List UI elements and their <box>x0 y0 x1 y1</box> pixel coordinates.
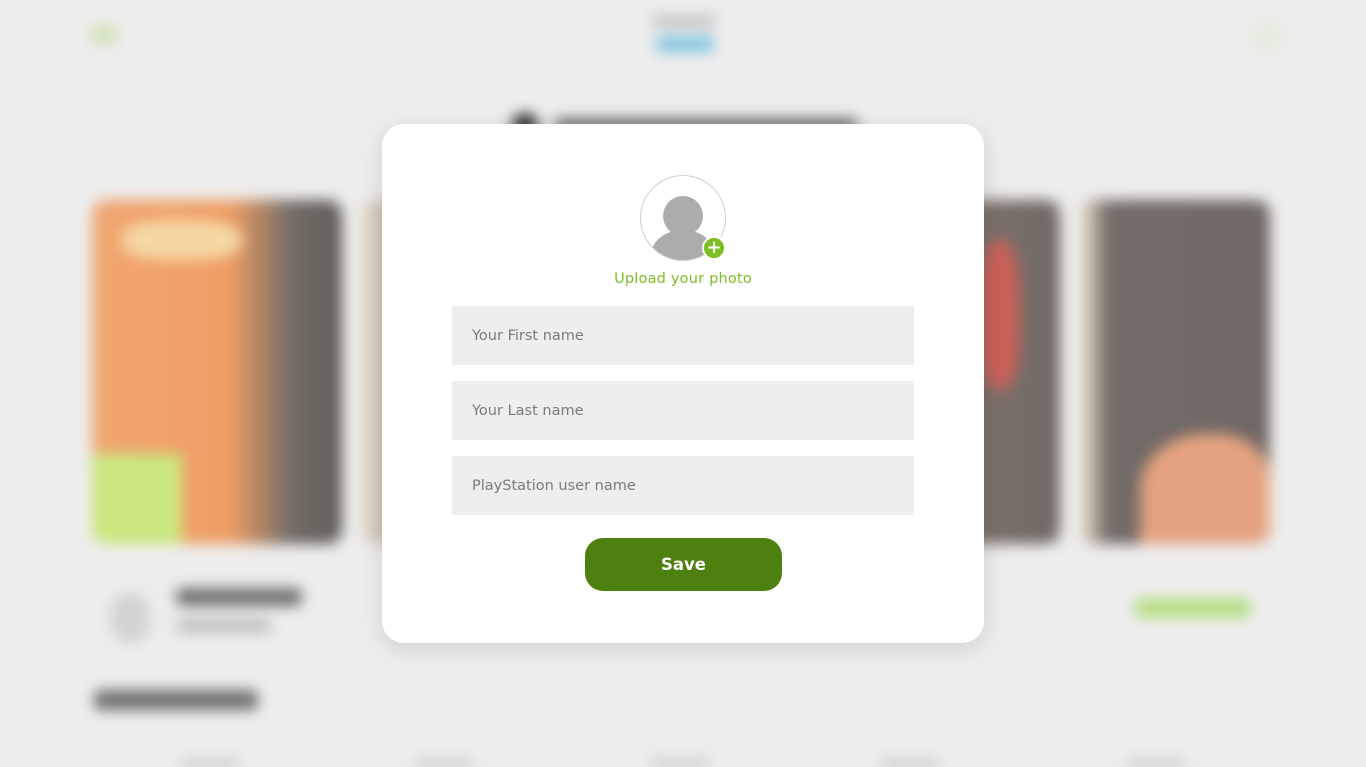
save-button[interactable]: Save <box>585 538 782 591</box>
first-name-field[interactable] <box>452 306 914 365</box>
profile-setup-modal: + Upload your photo Save <box>382 124 984 643</box>
upload-photo-link[interactable]: Upload your photo <box>382 271 984 287</box>
plus-icon[interactable]: + <box>702 236 726 260</box>
last-name-field[interactable] <box>452 381 914 440</box>
psn-username-field[interactable] <box>452 456 914 515</box>
